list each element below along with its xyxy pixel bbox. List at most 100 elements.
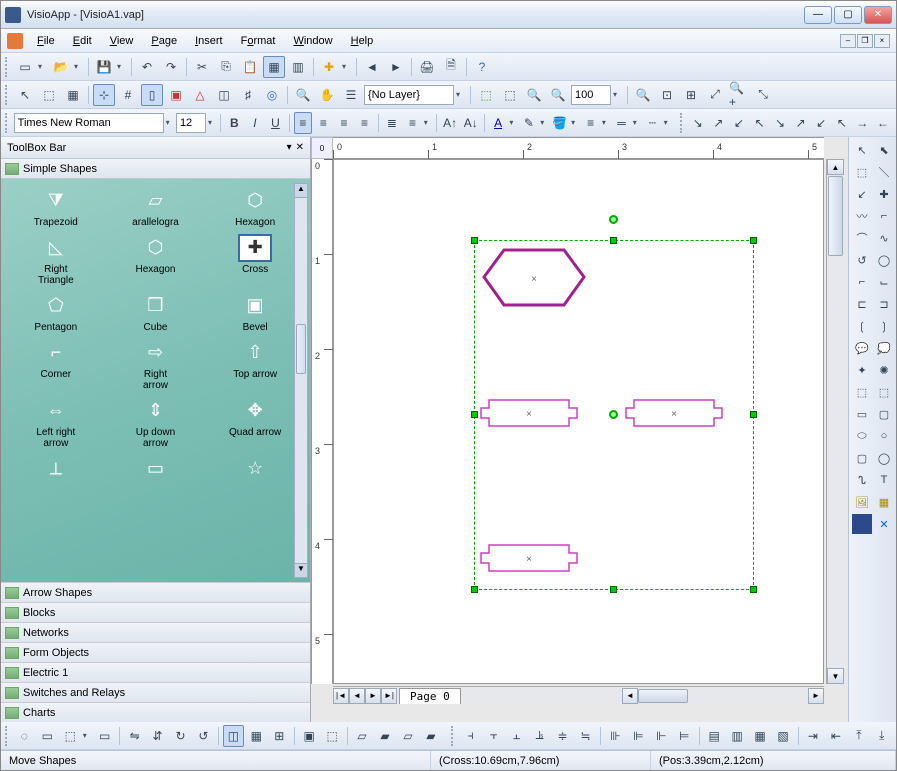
redo-button[interactable]: ↷ — [160, 56, 182, 78]
target-tool[interactable]: ◎ — [261, 84, 283, 106]
bt-back[interactable]: ▰ — [375, 725, 396, 747]
toolbox-menu-icon[interactable]: ▾ — [287, 142, 292, 153]
shape-quad-arrow[interactable]: ✥Quad arrow — [206, 397, 304, 449]
category-arrow-shapes[interactable]: Arrow Shapes — [1, 582, 310, 602]
handle-sw[interactable] — [471, 586, 478, 593]
rt-pointer2[interactable]: ⬉ — [874, 140, 894, 160]
shape-cube[interactable]: ❒Cube — [107, 292, 205, 333]
rt-roundrect[interactable]: ▢ — [874, 404, 894, 424]
conn-9[interactable]: → — [853, 112, 872, 134]
add-button[interactable]: ✚ — [318, 56, 340, 78]
font-color[interactable]: A — [489, 112, 508, 134]
sz-3[interactable]: ▦ — [750, 725, 771, 747]
close-button[interactable]: ✕ — [864, 6, 892, 24]
rt-text[interactable]: T — [874, 470, 894, 490]
line-spacing[interactable]: ≡ — [403, 112, 422, 134]
shape-right-arrow[interactable]: ⇨Right arrow — [107, 339, 205, 391]
conn-8[interactable]: ↖ — [832, 112, 851, 134]
mdi-close[interactable]: × — [874, 34, 890, 48]
shape-item-17[interactable]: ☆ — [206, 455, 304, 485]
shape-corner[interactable]: ⌐Corner — [7, 339, 105, 391]
valign[interactable]: ≣ — [383, 112, 402, 134]
conn-7[interactable]: ↙ — [812, 112, 831, 134]
rt-line[interactable]: ＼ — [874, 162, 894, 182]
menu-edit[interactable]: Edit — [65, 33, 100, 49]
menu-view[interactable]: View — [102, 33, 142, 49]
al-2[interactable]: ⫟ — [483, 725, 504, 747]
print-button[interactable]: 🖨 — [416, 56, 438, 78]
font-size[interactable] — [176, 113, 206, 133]
align-right[interactable]: ≡ — [335, 112, 354, 134]
bt-snap3[interactable]: ⊞ — [269, 725, 290, 747]
dist-2[interactable]: ⊫ — [628, 725, 649, 747]
rt-bezier[interactable]: ∿ — [874, 228, 894, 248]
shape-hexagon[interactable]: × — [479, 245, 589, 310]
sp-1[interactable]: ⇥ — [802, 725, 823, 747]
maximize-button[interactable]: ▢ — [834, 6, 862, 24]
inc-font[interactable]: A↑ — [441, 112, 460, 134]
rt-circle[interactable]: ○ — [874, 426, 894, 446]
category-blocks[interactable]: Blocks — [1, 602, 310, 622]
rt-loop[interactable]: ↺ — [852, 250, 872, 270]
rt-pointer[interactable]: ↖ — [852, 140, 872, 160]
category-charts[interactable]: Charts — [1, 702, 310, 722]
next-page[interactable]: ► — [365, 688, 381, 704]
conn-4[interactable]: ↖ — [750, 112, 769, 134]
handle-w[interactable] — [471, 411, 478, 418]
bt-forward[interactable]: ▱ — [397, 725, 418, 747]
al-4[interactable]: ⫡ — [529, 725, 550, 747]
al-3[interactable]: ⫠ — [506, 725, 527, 747]
conn-3[interactable]: ↙ — [730, 112, 749, 134]
mdi-minimize[interactable]: – — [840, 34, 856, 48]
zoom-ext[interactable]: ⤢ — [704, 84, 726, 106]
align-left[interactable]: ≡ — [294, 112, 313, 134]
al-6[interactable]: ≒ — [575, 725, 596, 747]
align-tool[interactable]: ◫ — [213, 84, 235, 106]
mdi-restore[interactable]: ❐ — [857, 34, 873, 48]
conn-6[interactable]: ↗ — [791, 112, 810, 134]
line-style[interactable]: ≡ — [581, 112, 600, 134]
shape-arallelogra[interactable]: ▱arallelogra — [107, 187, 205, 228]
line-weight[interactable]: ═ — [612, 112, 631, 134]
conn-1[interactable]: ↘ — [689, 112, 708, 134]
shape-cross-3[interactable]: × — [479, 530, 579, 585]
rt-callout1[interactable]: 💬 — [852, 338, 872, 358]
handle-n[interactable] — [610, 237, 617, 244]
crop-tool[interactable]: ♯ — [237, 84, 259, 106]
rt-tab2[interactable]: ⬚ — [874, 382, 894, 402]
guides-tool[interactable]: ▯ — [141, 84, 163, 106]
help-button[interactable]: ? — [471, 56, 493, 78]
snap-tool[interactable]: ⊹ — [93, 84, 115, 106]
zoom-input[interactable] — [571, 85, 611, 105]
shape-hexagon[interactable]: ⬡Hexagon — [107, 234, 205, 286]
ungroup-tool[interactable]: △ — [189, 84, 211, 106]
bt-group[interactable]: ▣ — [299, 725, 320, 747]
lasso-tool[interactable]: ⬚ — [38, 84, 60, 106]
conn-5[interactable]: ↘ — [771, 112, 790, 134]
bold-button[interactable]: B — [225, 112, 244, 134]
rt-image[interactable]: 🖼 — [852, 492, 872, 512]
zoom-tool[interactable]: 🔍 — [523, 84, 545, 106]
grid-tool[interactable]: ▦ — [62, 84, 84, 106]
al-5[interactable]: ≑ — [552, 725, 573, 747]
underline-button[interactable]: U — [266, 112, 285, 134]
rt-tab1[interactable]: ⬚ — [852, 382, 872, 402]
menu-help[interactable]: Help — [343, 33, 382, 49]
rt-conn1[interactable]: ⌐ — [852, 272, 872, 292]
first-page[interactable]: |◄ — [333, 688, 349, 704]
rt-bracket2[interactable]: ❳ — [874, 316, 894, 336]
align-center[interactable]: ≡ — [314, 112, 333, 134]
bt-snap1[interactable]: ◫ — [223, 725, 244, 747]
rt-curve[interactable]: 〰 — [852, 206, 872, 226]
rt-color[interactable] — [852, 514, 872, 534]
shape-cross[interactable]: ✚Cross — [206, 234, 304, 286]
rt-plus[interactable]: ✚ — [874, 184, 894, 204]
menu-window[interactable]: Window — [285, 33, 340, 49]
handle-nw[interactable] — [471, 237, 478, 244]
rt-lasso[interactable]: ⬚ — [852, 162, 872, 182]
rt-fill[interactable]: ▦ — [874, 492, 894, 512]
last-page[interactable]: ►| — [381, 688, 397, 704]
shape-hexagon[interactable]: ⬡Hexagon — [206, 187, 304, 228]
toolbox-scrollbar[interactable]: ▲ ▼ — [294, 183, 308, 578]
shape-right-triangle[interactable]: ◺Right Triangle — [7, 234, 105, 286]
